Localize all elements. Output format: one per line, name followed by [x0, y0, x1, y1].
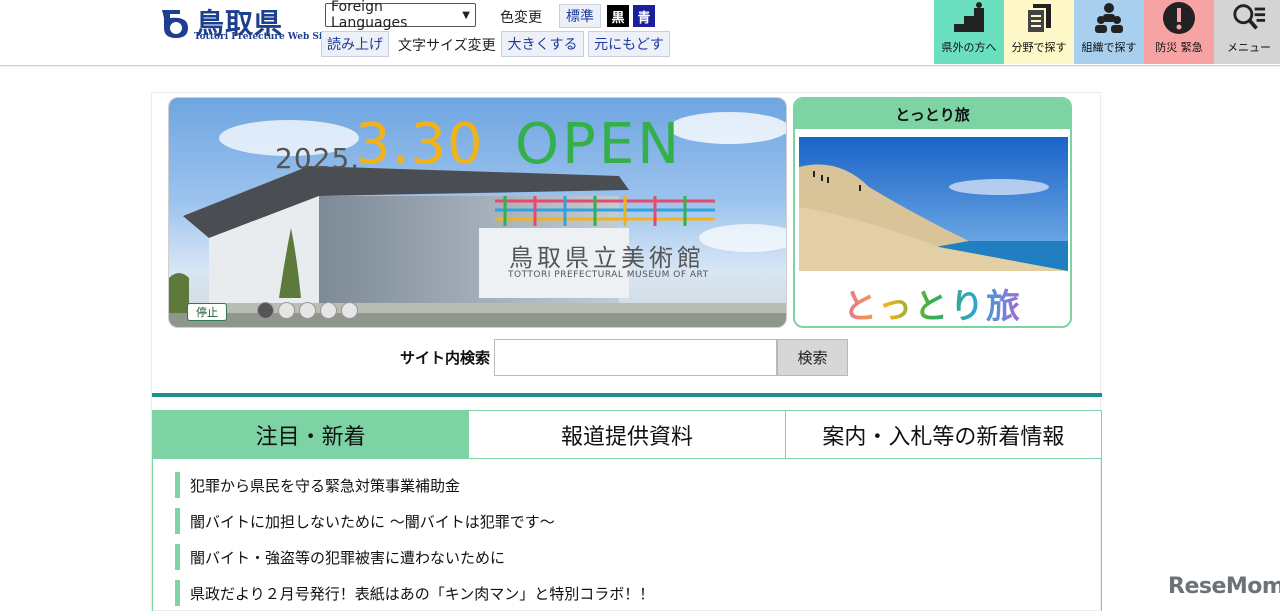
text-larger-button[interactable]: 大きくする: [501, 31, 584, 57]
nav-label: 防災 緊急: [1155, 41, 1203, 54]
search-label: サイト内検索: [400, 349, 491, 367]
site-logo[interactable]: 鳥取県 Tottori Prefecture Web Site: [158, 4, 332, 44]
slideshow-stop-button[interactable]: 停止: [187, 303, 227, 321]
slide-dot[interactable]: [341, 302, 358, 319]
nav-by-organization[interactable]: 組織で探す: [1074, 0, 1144, 64]
language-select[interactable]: Foreign Languages ▼: [325, 0, 476, 31]
banner-year: 2025.: [275, 142, 361, 175]
tottori-travel-card[interactable]: とっとり旅 とっとり旅: [793, 97, 1072, 328]
text-size-label: 文字サイズ変更: [398, 38, 496, 54]
museum-name: 鳥取県立美術館: [509, 244, 705, 272]
news-item[interactable]: 闇バイトに加担しないために ～闇バイトは犯罪です～: [175, 508, 555, 534]
tab-notices-bids[interactable]: 案内・入札等の新着情報: [785, 411, 1101, 458]
news-tabs: 注目・新着 報道提供資料 案内・入札等の新着情報: [152, 410, 1102, 459]
stairs-icon: [952, 1, 986, 35]
nav-label: 組織で探す: [1081, 41, 1137, 54]
slide-dot[interactable]: [299, 302, 316, 319]
sand-dunes-image: [799, 137, 1068, 271]
search-input[interactable]: [494, 339, 778, 376]
search-button[interactable]: 検索: [777, 339, 849, 376]
nav-by-field[interactable]: 分野で探す: [1004, 0, 1074, 64]
slide-dot[interactable]: [320, 302, 337, 319]
menu-search-icon: [1232, 1, 1266, 35]
site-search: サイト内検索 検索: [400, 339, 849, 376]
tab-featured-new[interactable]: 注目・新着: [153, 411, 470, 458]
color-black-button[interactable]: 黒: [607, 5, 629, 27]
slide-dot[interactable]: [278, 302, 295, 319]
nav-outside-prefecture[interactable]: 県外の方へ: [934, 0, 1004, 64]
color-change-label: 色変更: [500, 10, 542, 26]
nav-menu[interactable]: メニュー: [1214, 0, 1280, 64]
read-aloud-button[interactable]: 読み上げ: [321, 31, 389, 57]
nav-disaster-emergency[interactable]: 防災 緊急: [1144, 0, 1214, 64]
logo-subtitle: Tottori Prefecture Web Site: [194, 32, 333, 42]
alert-icon: [1162, 1, 1196, 35]
news-list: 犯罪から県民を守る緊急対策事業補助金 闇バイトに加担しないために ～闇バイトは犯…: [152, 459, 1102, 611]
text-reset-button[interactable]: 元にもどす: [588, 31, 670, 57]
news-item[interactable]: 県政だより２月号発行！表紙はあの「キン肉マン」と特別コラボ！！: [175, 580, 654, 606]
slide-dot[interactable]: [257, 302, 274, 319]
color-standard-button[interactable]: 標準: [559, 4, 601, 28]
banner-open: OPEN: [515, 112, 683, 177]
travel-logo: とっとり旅: [795, 279, 1070, 327]
hero-banner[interactable]: 2025. 3.30 OPEN 鳥取県立美術館 TOTTORI PREFECTU…: [168, 97, 787, 328]
travel-card-title: とっとり旅: [795, 99, 1070, 129]
news-item[interactable]: 闇バイト・強盗等の犯罪被害に遭わないために: [175, 544, 505, 570]
nav-label: 分野で探す: [1011, 41, 1067, 54]
chevron-down-icon: ▼: [462, 9, 470, 21]
museum-name-en: TOTTORI PREFECTURAL MUSEUM OF ART: [508, 270, 709, 280]
travel-logo-text: とっとり旅: [843, 287, 1022, 327]
slide-indicators: [257, 302, 358, 319]
tottori-emblem-icon: [162, 10, 188, 38]
language-select-value: Foreign Languages: [331, 0, 408, 31]
section-divider: [152, 393, 1102, 397]
nav-label: メニュー: [1227, 41, 1271, 54]
resemom-watermark: ReseMom: [1168, 574, 1280, 599]
people-icon: [1092, 1, 1126, 35]
main-content: 2025. 3.30 OPEN 鳥取県立美術館 TOTTORI PREFECTU…: [151, 92, 1102, 611]
news-item[interactable]: 犯罪から県民を守る緊急対策事業補助金: [175, 472, 460, 498]
tab-press-releases[interactable]: 報道提供資料: [469, 411, 786, 458]
documents-icon: [1022, 1, 1056, 35]
color-blue-button[interactable]: 青: [633, 5, 655, 27]
nav-label: 県外の方へ: [941, 41, 997, 54]
banner-date: 3.30: [355, 112, 484, 177]
site-header: 鳥取県 Tottori Prefecture Web Site Foreign …: [0, 0, 1280, 66]
